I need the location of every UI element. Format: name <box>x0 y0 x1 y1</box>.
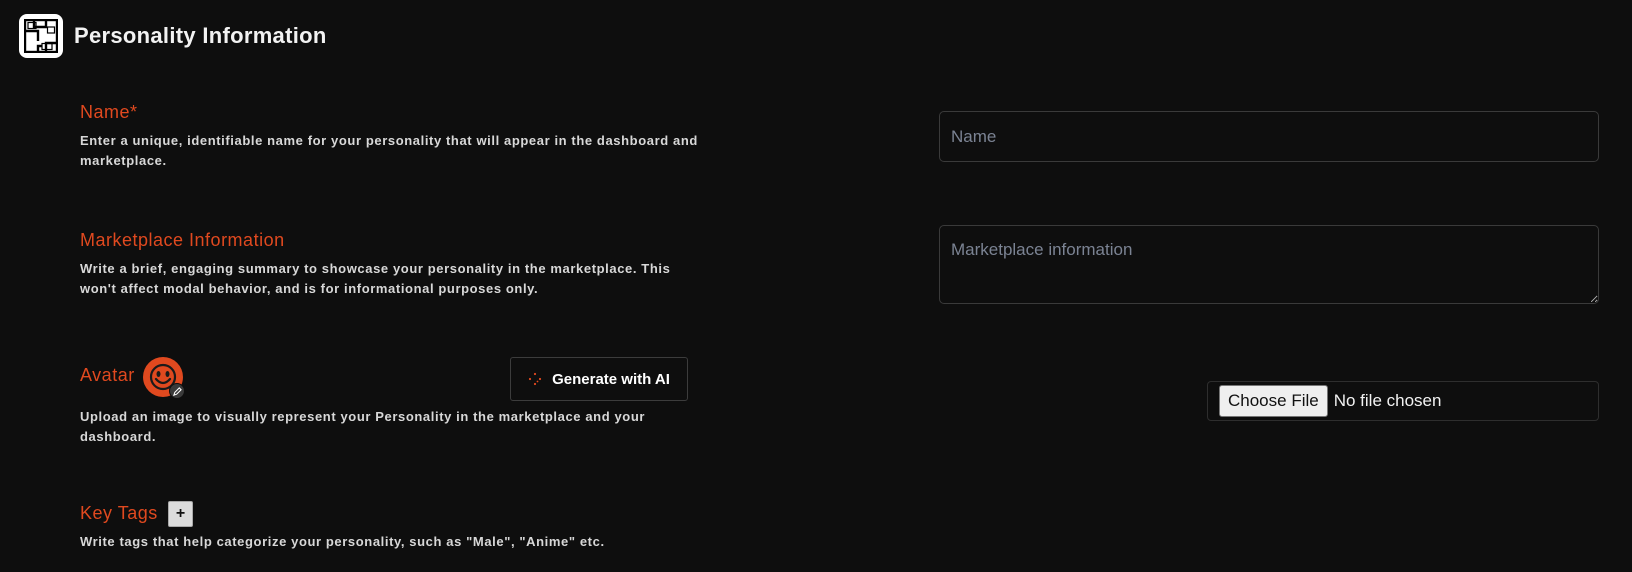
add-tag-button[interactable]: + <box>168 501 193 527</box>
marketplace-textarea[interactable] <box>939 225 1599 304</box>
key-tags-label: Key Tags <box>80 503 158 523</box>
edit-pencil-icon[interactable] <box>169 383 185 399</box>
avatar-file-input[interactable]: Choose File No file chosen <box>1207 381 1599 421</box>
page-title: Personality Information <box>74 23 327 48</box>
name-input[interactable] <box>939 111 1599 162</box>
marketplace-description: Write a brief, engaging summary to showc… <box>80 261 671 296</box>
sparkle-icon <box>528 372 542 386</box>
choose-file-button[interactable]: Choose File <box>1219 385 1328 417</box>
file-status-text: No file chosen <box>1333 391 1442 410</box>
app-logo-icon <box>19 14 63 58</box>
avatar-description: Upload an image to visually represent yo… <box>80 409 646 444</box>
name-description: Enter a unique, identifiable name for yo… <box>80 133 698 168</box>
avatar-label: Avatar <box>80 365 135 385</box>
personality-info-page: Personality Information Name* Enter a un… <box>0 0 1632 572</box>
name-label: Name* <box>80 102 138 122</box>
marketplace-label: Marketplace Information <box>80 230 285 250</box>
generate-button-label: Generate with AI <box>552 370 670 388</box>
avatar-image[interactable] <box>143 357 185 399</box>
key-tags-description: Write tags that help categorize your per… <box>80 534 605 549</box>
header: Personality Information <box>19 14 327 58</box>
generate-with-ai-button[interactable]: Generate with AI <box>510 357 688 401</box>
